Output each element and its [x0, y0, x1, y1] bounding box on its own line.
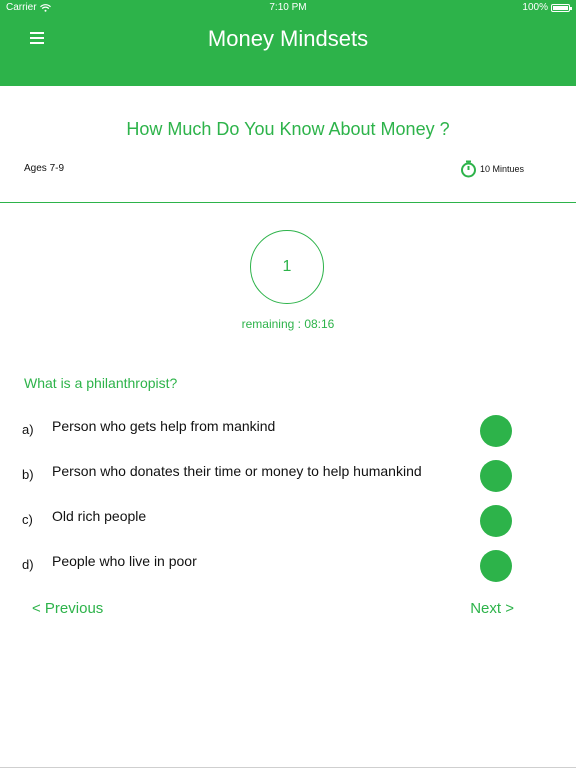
option-text: Person who donates their time or money t…	[52, 463, 422, 479]
option-radio[interactable]	[480, 415, 512, 447]
question-text: What is a philanthropist?	[24, 375, 178, 391]
answer-option-b[interactable]: b) Person who donates their time or mone…	[0, 455, 576, 495]
option-letter: b)	[22, 467, 34, 482]
option-radio[interactable]	[480, 505, 512, 537]
option-letter: a)	[22, 422, 34, 437]
answer-option-c[interactable]: c) Old rich people	[0, 500, 576, 540]
app-title: Money Mindsets	[207, 26, 369, 51]
option-radio[interactable]	[480, 550, 512, 582]
option-letter: d)	[22, 557, 34, 572]
previous-button[interactable]: < Previous	[32, 600, 103, 617]
answer-option-d[interactable]: d) People who live in poor	[0, 545, 576, 585]
option-text: Person who gets help from mankind	[52, 418, 276, 434]
battery-percent: 100%	[522, 2, 548, 13]
option-letter: c)	[22, 512, 33, 527]
battery-icon	[551, 3, 572, 12]
quiz-title: How Much Do You Know About Money ?	[126, 119, 450, 139]
option-text: Old rich people	[52, 508, 147, 524]
section-divider	[0, 202, 576, 203]
status-bar: Carrier 7:10 PM 100%	[0, 0, 576, 16]
status-time: 7:10 PM	[269, 2, 307, 13]
option-text: People who live in poor	[52, 553, 197, 569]
next-button[interactable]: Next >	[470, 600, 514, 617]
question-number: 1	[282, 258, 292, 275]
duration-label: 10 Mintues	[479, 164, 524, 174]
option-radio[interactable]	[480, 460, 512, 492]
quiz-duration: 10 Mintues	[460, 160, 524, 178]
question-number-badge: 1	[250, 230, 324, 304]
time-remaining: remaining : 08:16	[241, 317, 335, 331]
battery-indicator: 100%	[522, 2, 572, 13]
age-range: Ages 7-9	[24, 163, 65, 174]
app-header: Carrier 7:10 PM 100% Money Mindsets	[0, 0, 576, 86]
answer-option-a[interactable]: a) Person who gets help from mankind	[0, 410, 576, 450]
stopwatch-icon	[460, 160, 476, 178]
